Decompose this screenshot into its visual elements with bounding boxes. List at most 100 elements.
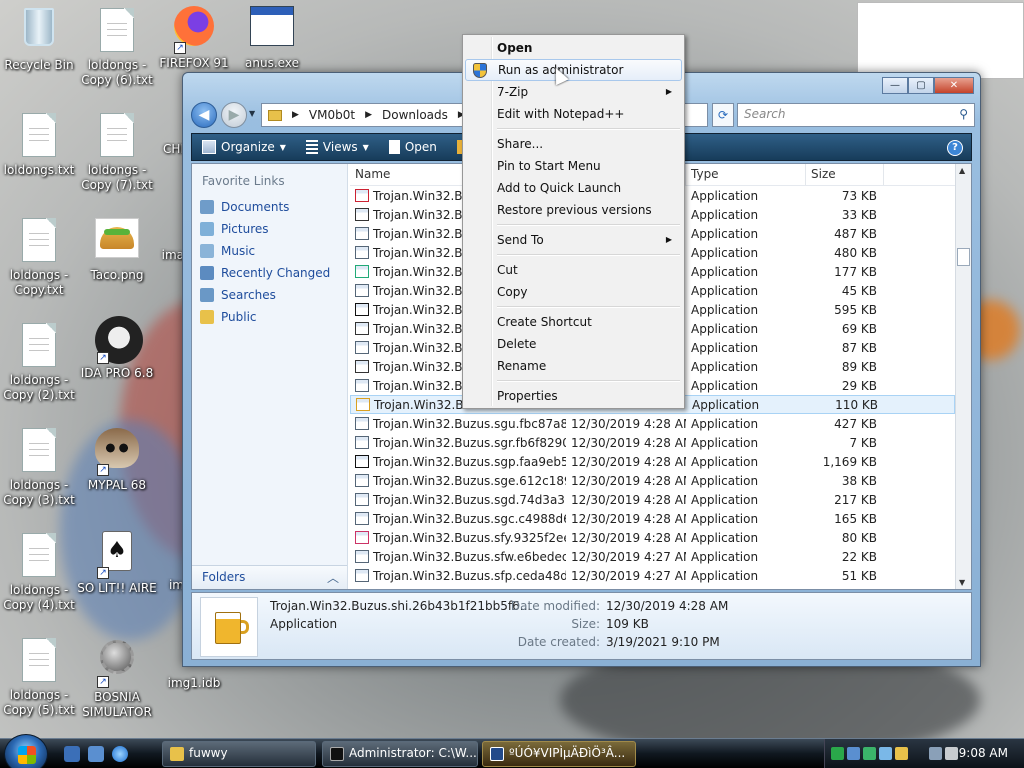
- file-size-cell: 177 KB: [806, 265, 884, 279]
- column-header-size[interactable]: Size: [806, 164, 884, 185]
- desktop-icon-recycle-bin[interactable]: Recycle Bin: [0, 4, 81, 73]
- show-desktop-icon[interactable]: [64, 746, 80, 762]
- favorite-recently-changed[interactable]: Recently Changed: [192, 262, 347, 284]
- tray-app-icon[interactable]: [863, 747, 876, 760]
- file-size-cell: 29 KB: [806, 379, 884, 393]
- desktop-icon-idb[interactable]: img1.idb: [152, 676, 236, 691]
- desktop-icon-partial[interactable]: ima: [140, 248, 184, 263]
- desktop-icon-txt[interactable]: loldongs - Copy (5).txt: [0, 636, 81, 718]
- desktop-icon-label: loldongs - Copy (2).txt: [3, 373, 75, 402]
- desktop-icon-txt[interactable]: loldongs - Copy.txt: [0, 216, 81, 298]
- tray-app-icon[interactable]: [879, 747, 892, 760]
- minimize-button[interactable]: —: [882, 77, 908, 94]
- views-button[interactable]: Views ▼: [296, 134, 379, 160]
- desktop-icon-mypal[interactable]: ↗ MYPAL 68: [75, 424, 159, 493]
- desktop-icon-exe[interactable]: anus.exe: [230, 4, 314, 71]
- close-button[interactable]: ✕: [934, 77, 974, 94]
- desktop-icon-firefox[interactable]: ↗ FIREFOX 91: [152, 4, 236, 71]
- taskbar-button-app[interactable]: ºÚÓ¥VIPÌµÄÐìÖ³Â...: [482, 741, 636, 767]
- switch-windows-icon[interactable]: [88, 746, 104, 762]
- menu-item-copy[interactable]: Copy: [465, 281, 682, 303]
- scroll-up-icon[interactable]: ▲: [959, 166, 965, 175]
- refresh-icon[interactable]: ⟳: [712, 103, 734, 127]
- menu-item-cut[interactable]: Cut: [465, 259, 682, 281]
- file-size-cell: 217 KB: [806, 493, 884, 507]
- maximize-button[interactable]: ▢: [908, 77, 934, 94]
- desktop-icon-ida[interactable]: ↗ IDA PRO 6.8: [75, 316, 159, 381]
- desktop-icon-txt[interactable]: loldongs - Copy (6).txt: [75, 6, 159, 88]
- menu-item-edit-notepad[interactable]: Edit with Notepad++: [465, 103, 682, 125]
- open-button[interactable]: Open: [379, 134, 447, 160]
- taskbar-button-fuwwy[interactable]: fuwwy: [162, 741, 316, 767]
- menu-item-open[interactable]: Open: [465, 37, 682, 59]
- desktop-icon-partial[interactable]: im: [140, 578, 184, 593]
- file-size-cell: 69 KB: [806, 322, 884, 336]
- context-menu: Open Run as administrator 7-Zip ▶ Edit wi…: [462, 34, 685, 409]
- desktop-icon-txt[interactable]: loldongs - Copy (4).txt: [0, 531, 81, 613]
- file-row[interactable]: Trojan.Win32.Buzus.sgd.74d3a31f... 12/30/…: [350, 490, 955, 509]
- breadcrumb-item[interactable]: Downloads: [382, 108, 448, 122]
- desktop-icon-partial[interactable]: CHI: [140, 142, 184, 157]
- tray-volume-muted-icon[interactable]: [945, 747, 958, 760]
- search-input[interactable]: Search ⚲: [737, 103, 975, 127]
- organize-button[interactable]: Organize ▼: [192, 134, 296, 160]
- menu-item-delete[interactable]: Delete: [465, 333, 682, 355]
- menu-item-run-as-administrator[interactable]: Run as administrator: [465, 59, 682, 81]
- file-row[interactable]: Trojan.Win32.Buzus.sgc.c4988d6b... 12/30/…: [350, 509, 955, 528]
- file-size-cell-text: 595 KB: [834, 302, 877, 317]
- file-size-cell-text: 89 KB: [841, 359, 877, 374]
- favorite-public[interactable]: Public: [192, 306, 347, 328]
- search-icon[interactable]: ⚲: [959, 107, 968, 121]
- shortcut-arrow-icon: ↗: [97, 464, 109, 476]
- back-button[interactable]: ◀: [191, 102, 217, 128]
- internet-explorer-icon[interactable]: [112, 746, 128, 762]
- forward-button[interactable]: ▶: [221, 102, 247, 128]
- menu-item-quick-launch[interactable]: Add to Quick Launch: [465, 177, 682, 199]
- file-row[interactable]: Trojan.Win32.Buzus.sgr.fb6f8290c... 12/30…: [350, 433, 955, 452]
- tray-green-icon[interactable]: [831, 747, 844, 760]
- menu-item-pin-start[interactable]: Pin to Start Menu: [465, 155, 682, 177]
- file-row[interactable]: Trojan.Win32.Buzus.sge.612c189d... 12/30/…: [350, 471, 955, 490]
- taskbar-button-cmd[interactable]: Administrator: C:\W...: [322, 741, 478, 767]
- details-modified-label: Date modified:: [510, 599, 600, 613]
- vertical-scrollbar[interactable]: ▲ ▼: [955, 164, 971, 589]
- favorite-music[interactable]: Music: [192, 240, 347, 262]
- start-button[interactable]: [4, 734, 48, 768]
- file-row[interactable]: Trojan.Win32.Buzus.sgu.fbc87a88... 12/30/…: [350, 414, 955, 433]
- menu-item-7zip[interactable]: 7-Zip ▶: [465, 81, 682, 103]
- file-row[interactable]: Trojan.Win32.Buzus.sfp.ceda48d9... 12/30/…: [350, 566, 955, 585]
- desktop-icon-txt[interactable]: loldongs.txt: [0, 111, 81, 178]
- tray-network-status-icon[interactable]: [929, 747, 942, 760]
- file-date-cell: 12/30/2019 4:28 AM: [566, 493, 686, 507]
- file-row[interactable]: Trojan.Win32.Buzus.sfy.9325f2ee5... 12/30…: [350, 528, 955, 547]
- menu-item-label: Add to Quick Launch: [497, 181, 622, 195]
- file-row[interactable]: Trojan.Win32.Buzus.sfw.e6beded... 12/30/2…: [350, 547, 955, 566]
- tray-app-icon[interactable]: [895, 747, 908, 760]
- recent-pages-chevron-icon[interactable]: ▼: [249, 109, 255, 118]
- folders-toggle[interactable]: Folders ︿: [192, 565, 347, 589]
- favorite-pictures[interactable]: Pictures: [192, 218, 347, 240]
- menu-item-restore-versions[interactable]: Restore previous versions: [465, 199, 682, 221]
- scrollbar-thumb[interactable]: [957, 248, 970, 266]
- menu-item-properties[interactable]: Properties: [465, 385, 682, 407]
- favorite-searches[interactable]: Searches: [192, 284, 347, 306]
- shortcut-arrow-icon: ↗: [97, 352, 109, 364]
- column-header-type[interactable]: Type: [686, 164, 806, 185]
- file-row[interactable]: Trojan.Win32.Buzus.sgp.faa9eb51... 12/30/…: [350, 452, 955, 471]
- menu-item-share[interactable]: Share...: [465, 133, 682, 155]
- text-file-icon: [22, 428, 56, 472]
- menu-item-send-to[interactable]: Send To ▶: [465, 229, 682, 251]
- breadcrumb-item[interactable]: VM0b0t: [309, 108, 355, 122]
- desktop-icon-txt[interactable]: loldongs - Copy (2).txt: [0, 321, 81, 403]
- help-icon[interactable]: ?: [947, 140, 963, 156]
- clock[interactable]: 9:08 AM: [959, 746, 1008, 760]
- desktop-icon-bosnia[interactable]: ↗ BOSNIA SIMULATOR: [75, 634, 159, 720]
- menu-item-rename[interactable]: Rename: [465, 355, 682, 377]
- desktop-icon-txt[interactable]: loldongs - Copy (3).txt: [0, 426, 81, 508]
- shortcut-arrow-icon: ↗: [97, 676, 109, 688]
- menu-item-create-shortcut[interactable]: Create Shortcut: [465, 311, 682, 333]
- favorite-documents[interactable]: Documents: [192, 196, 347, 218]
- scroll-down-icon[interactable]: ▼: [959, 578, 965, 587]
- tray-network-icon[interactable]: [847, 747, 860, 760]
- application-icon: [355, 341, 369, 354]
